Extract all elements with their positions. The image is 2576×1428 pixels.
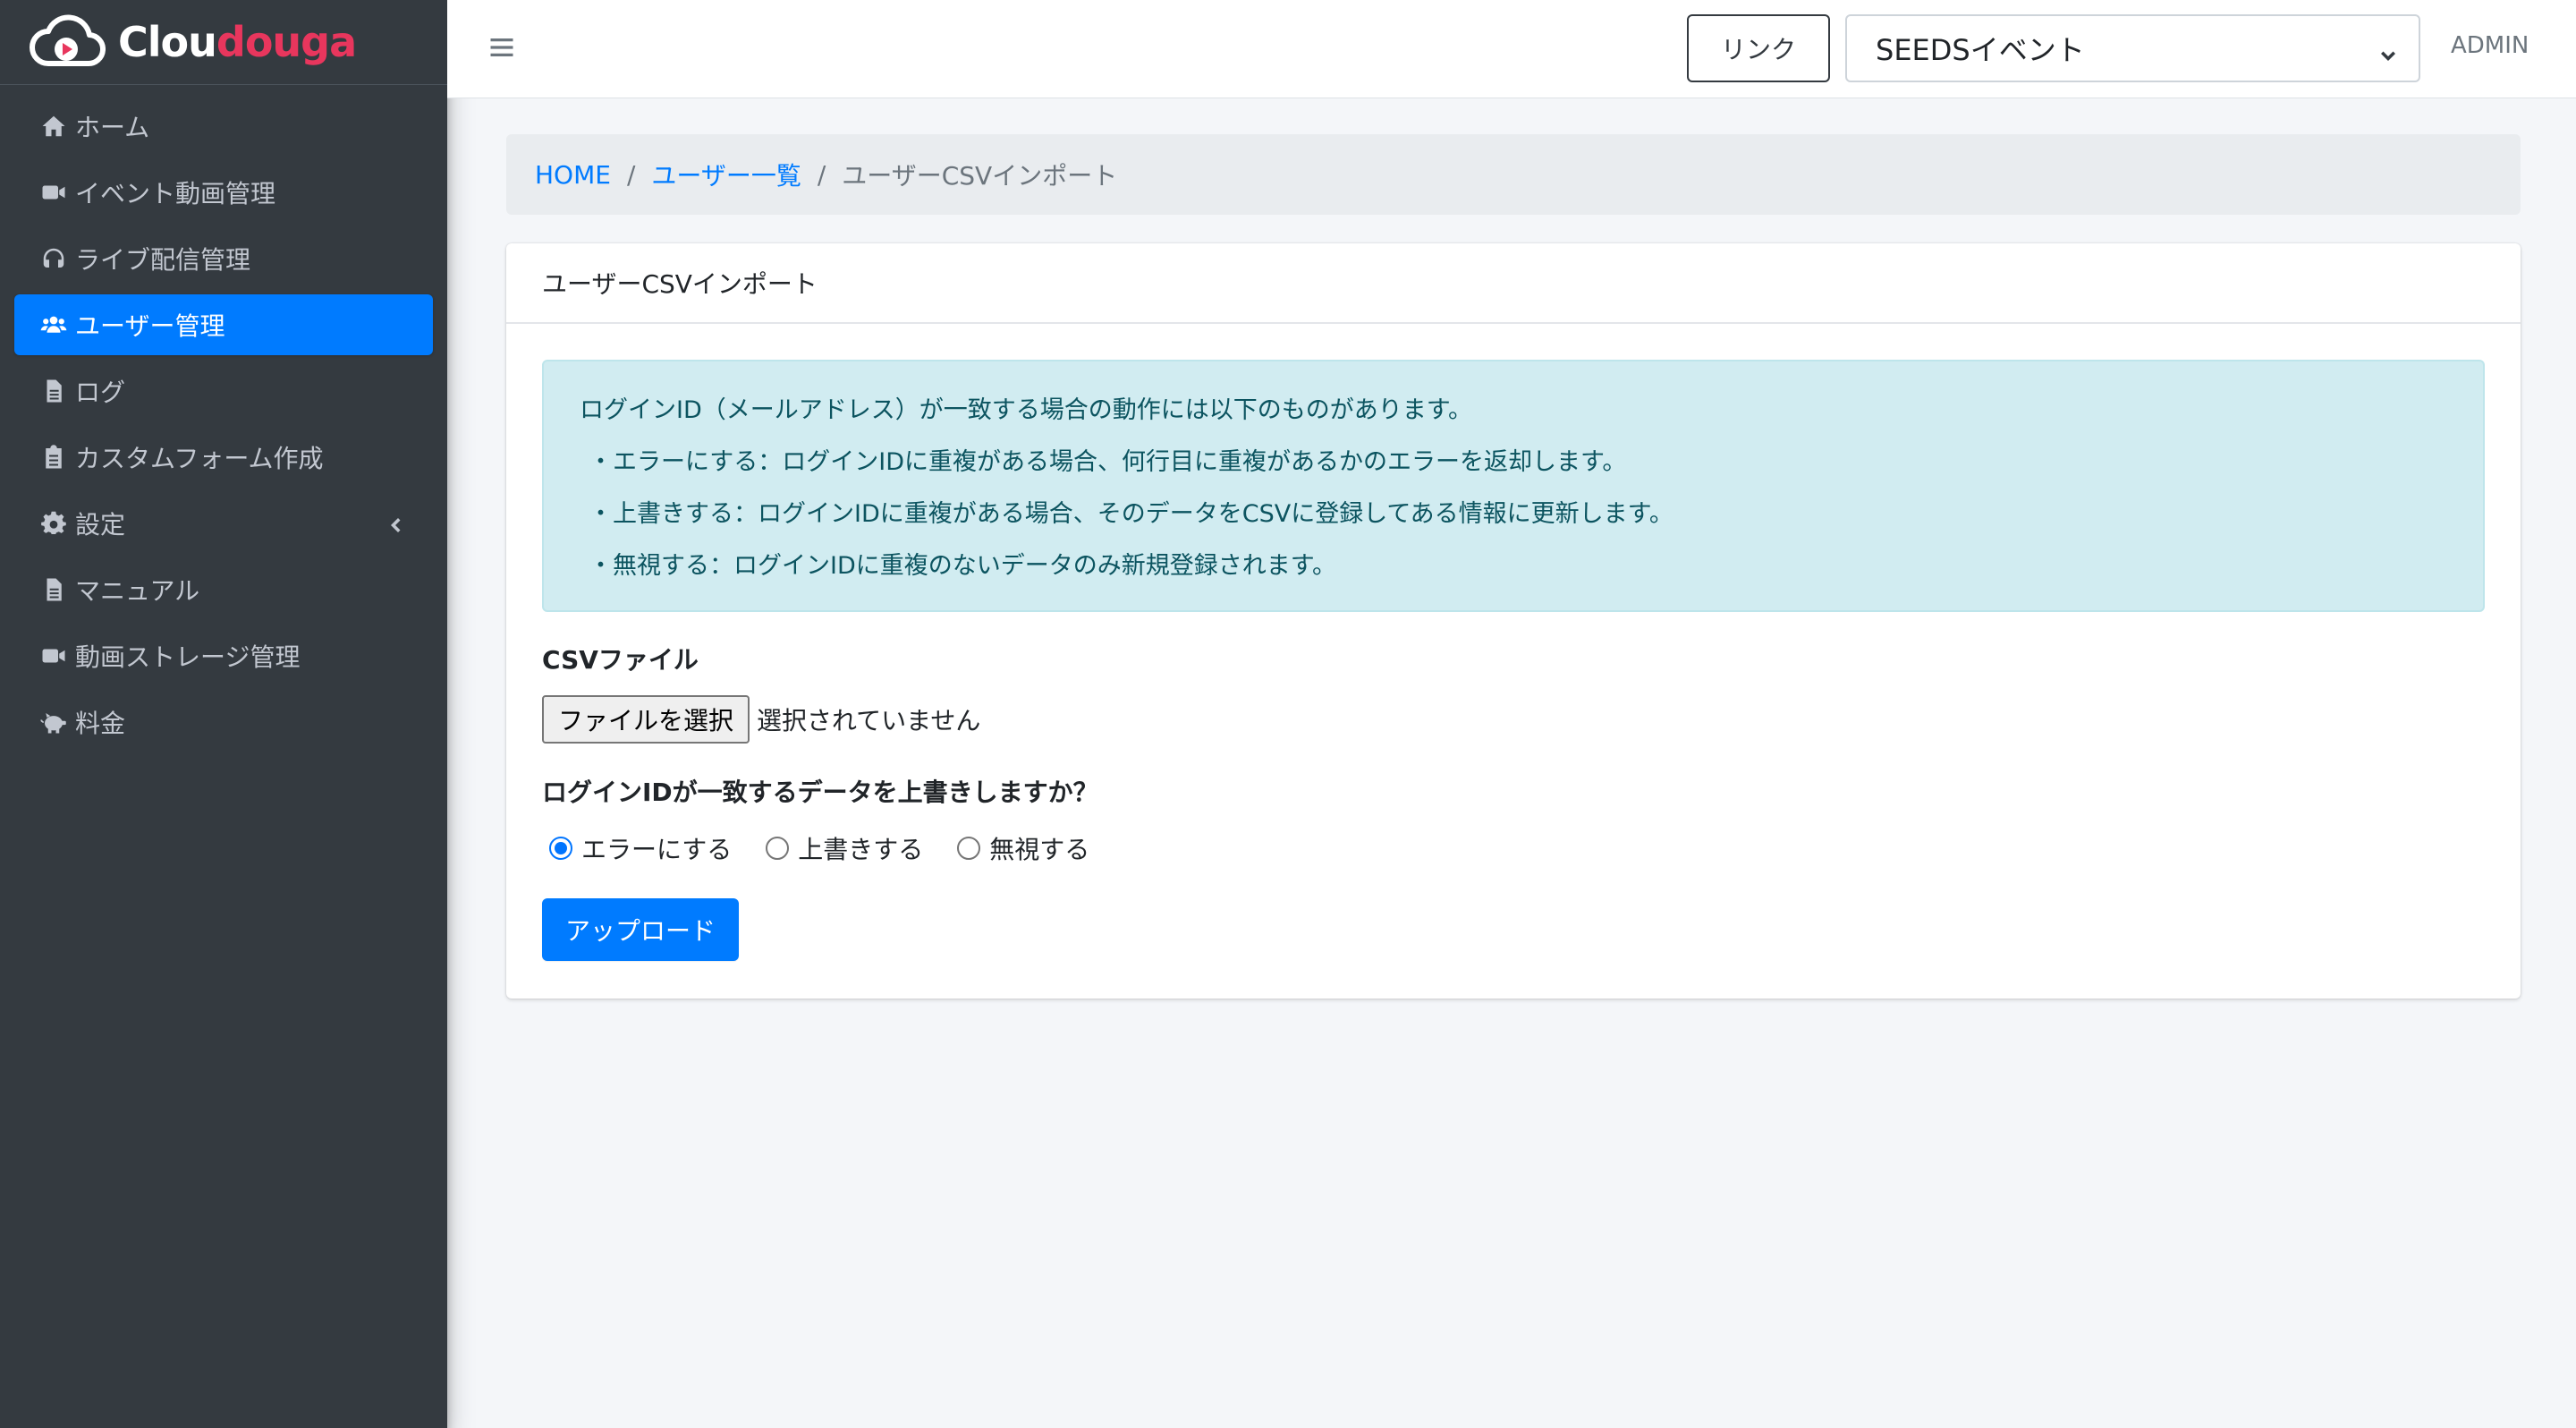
info-alert: ログインID（メールアドレス）が一致する場合の動作には以下のものがあります。 ・… — [542, 360, 2485, 612]
breadcrumb-home-link[interactable]: HOME — [535, 160, 611, 190]
breadcrumb: HOME / ユーザー一覧 / ユーザーCSVインポート — [506, 134, 2521, 215]
breadcrumb-users-link[interactable]: ユーザー一覧 — [651, 157, 801, 192]
csv-file-input: ファイルを選択 選択されていません — [542, 694, 2485, 744]
event-select-value: SEEDSイベント — [1876, 33, 2085, 67]
home-icon — [38, 110, 70, 142]
overwrite-options: エラーにする 上書きする 無視する — [542, 829, 2485, 868]
sidebar-item-logs[interactable]: ログ — [14, 361, 433, 421]
sidebar-item-pricing[interactable]: 料金 — [14, 692, 433, 752]
breadcrumb-current: ユーザーCSVインポート — [842, 161, 1118, 191]
choose-file-button[interactable]: ファイルを選択 — [542, 695, 750, 744]
sidebar-item-label: ユーザー管理 — [75, 311, 225, 341]
sidebar-item-custom-form[interactable]: カスタムフォーム作成 — [14, 427, 433, 488]
card-body: ログインID（メールアドレス）が一致する場合の動作には以下のものがあります。 ・… — [506, 324, 2521, 999]
radio-error[interactable]: エラーにする — [542, 830, 732, 866]
csv-file-label: CSVファイル — [542, 645, 699, 675]
sidebar: Cloudouga ホーム イベント動画管理 ライブ配信管理 ユーザー管理 ログ… — [0, 0, 447, 1428]
brand-logo: Cloudouga — [29, 13, 357, 71]
chevron-left-icon[interactable] — [385, 513, 406, 534]
hamburger-menu-icon[interactable] — [488, 34, 515, 61]
users-icon — [38, 309, 70, 341]
sidebar-item-manual[interactable]: マニュアル — [14, 559, 433, 620]
video-camera-icon — [38, 640, 70, 672]
alert-intro: ログインID（メールアドレス）が一致する場合の動作には以下のものがあります。 — [580, 395, 1473, 424]
breadcrumb-separator: / — [817, 159, 826, 190]
user-menu-link[interactable]: ADMIN — [2451, 32, 2529, 59]
radio-error-input[interactable] — [549, 837, 572, 860]
event-select[interactable]: SEEDSイベント — [1845, 14, 2420, 82]
alert-line-overwrite: ・上書きする：ログインIDに重複がある場合、そのデータをCSVに登録してある情報… — [589, 499, 1674, 528]
radio-overwrite-input[interactable] — [766, 837, 790, 860]
brand-link[interactable]: Cloudouga — [0, 0, 447, 85]
sidebar-item-label: マニュアル — [75, 576, 200, 606]
sidebar-item-settings[interactable]: 設定 — [14, 493, 433, 554]
sidebar-item-label: 動画ストレージ管理 — [75, 642, 301, 672]
alert-line-error: ・エラーにする：ログインIDに重複がある場合、何行目に重複があるかのエラーを返却… — [589, 447, 1627, 476]
sidebar-item-event-videos[interactable]: イベント動画管理 — [14, 162, 433, 223]
csv-import-card: ユーザーCSVインポート ログインID（メールアドレス）が一致する場合の動作には… — [506, 243, 2521, 999]
sidebar-item-label: ログ — [75, 378, 126, 407]
alert-line-ignore: ・無視する：ログインIDに重複のないデータのみ新規登録されます。 — [589, 551, 1337, 580]
sidebar-item-users[interactable]: ユーザー管理 — [14, 294, 433, 355]
sidebar-item-label: 設定 — [75, 510, 126, 540]
chevron-down-icon — [2377, 39, 2399, 61]
upload-button[interactable]: アップロード — [542, 898, 740, 961]
gear-icon — [38, 507, 70, 540]
sidebar-nav: ホーム イベント動画管理 ライブ配信管理 ユーザー管理 ログ カスタムフォーム作… — [0, 85, 447, 769]
headset-icon — [38, 242, 70, 275]
video-camera-icon — [38, 176, 70, 208]
sidebar-item-video-storage[interactable]: 動画ストレージ管理 — [14, 625, 433, 686]
main-content: HOME / ユーザー一覧 / ユーザーCSVインポート ユーザーCSVインポー… — [506, 134, 2521, 999]
top-navbar: リンク SEEDSイベント ADMIN — [447, 0, 2576, 98]
radio-ignore[interactable]: 無視する — [950, 830, 1089, 866]
sidebar-item-label: ホーム — [75, 113, 150, 142]
piggy-bank-icon — [38, 706, 70, 738]
sidebar-item-label: 料金 — [75, 709, 126, 738]
file-icon — [38, 574, 70, 606]
card-title: ユーザーCSVインポート — [506, 243, 2521, 324]
sidebar-item-label: ライブ配信管理 — [75, 245, 251, 275]
brand-name: Cloudouga — [118, 18, 357, 66]
file-icon — [38, 375, 70, 407]
link-button[interactable]: リンク — [1687, 14, 1830, 82]
radio-overwrite-label: 上書きする — [798, 835, 924, 864]
overwrite-question-label: ログインIDが一致するデータを上書きしますか？ — [542, 778, 1098, 807]
radio-ignore-input[interactable] — [957, 837, 981, 860]
sidebar-item-home[interactable]: ホーム — [14, 96, 433, 157]
radio-ignore-label: 無視する — [989, 835, 1090, 864]
sidebar-item-label: カスタムフォーム作成 — [75, 444, 324, 473]
sidebar-item-live-streaming[interactable]: ライブ配信管理 — [14, 228, 433, 289]
radio-overwrite[interactable]: 上書きする — [758, 830, 923, 866]
radio-error-label: エラーにする — [581, 835, 733, 864]
file-status-text: 選択されていません — [757, 706, 981, 735]
app: Cloudouga ホーム イベント動画管理 ライブ配信管理 ユーザー管理 ログ… — [0, 0, 2576, 1428]
cloud-play-logo-icon — [30, 14, 106, 67]
sidebar-item-label: イベント動画管理 — [75, 179, 276, 208]
clipboard-icon — [38, 441, 70, 473]
breadcrumb-separator: / — [626, 159, 636, 190]
